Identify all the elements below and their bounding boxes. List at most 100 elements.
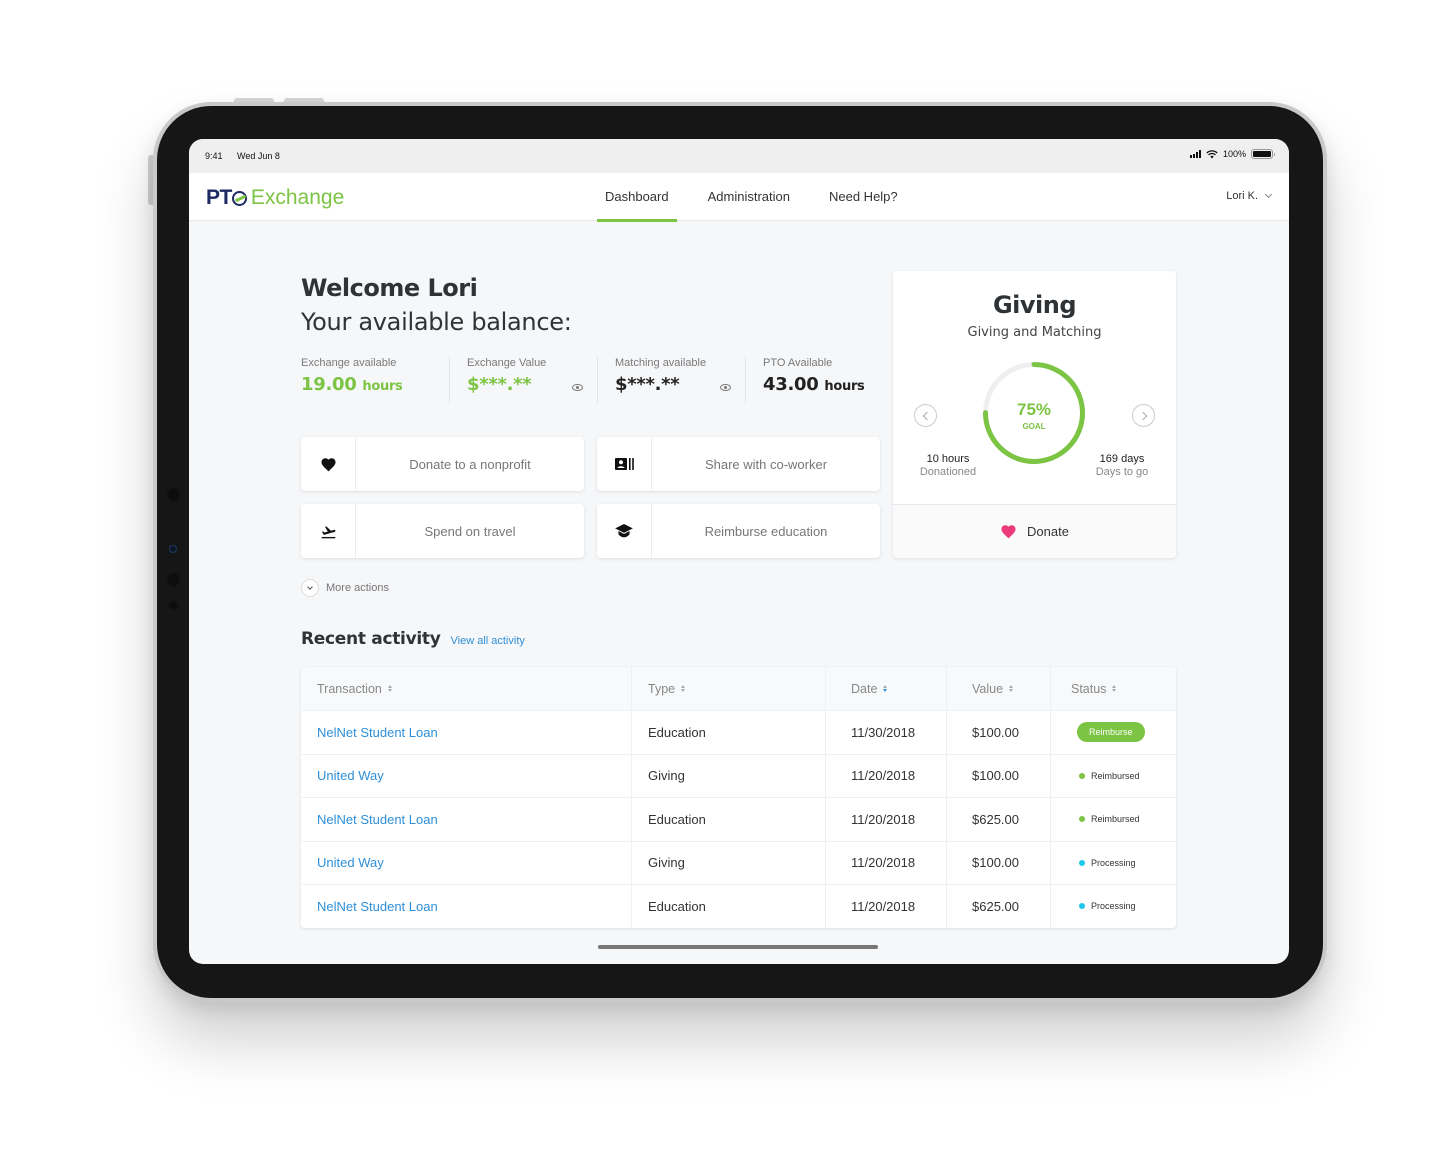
table-row: NelNet Student Loan Education 11/20/2018… — [301, 797, 1176, 841]
chevron-right-icon[interactable] — [1132, 404, 1155, 427]
date-cell: 11/20/2018 — [825, 798, 946, 841]
sensor-icon — [166, 487, 181, 502]
transaction-link[interactable]: NelNet Student Loan — [317, 725, 438, 740]
transaction-link[interactable]: NelNet Student Loan — [317, 812, 438, 827]
flight-takeoff-icon — [321, 525, 335, 538]
sort-icon — [681, 685, 686, 692]
reimburse-button[interactable]: Reimburse — [1077, 722, 1145, 743]
tab-need-help[interactable]: Need Help? — [821, 173, 906, 221]
home-indicator[interactable] — [598, 945, 878, 949]
column-header-type[interactable]: Type — [631, 667, 825, 710]
more-actions-toggle[interactable]: More actions — [301, 579, 389, 597]
spend-travel-button[interactable]: Spend on travel — [301, 504, 584, 558]
donate-button[interactable]: Donate — [893, 504, 1176, 558]
type-cell: Giving — [631, 841, 825, 884]
view-all-activity-link[interactable]: View all activity — [451, 635, 525, 647]
status-date: Wed Jun 8 — [237, 151, 280, 161]
status-text: Processing — [1091, 901, 1136, 912]
tab-administration[interactable]: Administration — [700, 173, 798, 221]
donate-label: Donate — [1027, 524, 1069, 539]
table-row: NelNet Student Loan Education 11/20/2018… — [301, 884, 1176, 928]
column-header-value[interactable]: Value — [946, 667, 1050, 710]
status-cell: Reimburse — [1050, 711, 1176, 754]
transaction-cell: NelNet Student Loan — [301, 711, 631, 754]
cellular-signal-icon — [1189, 150, 1201, 158]
type-cell: Education — [631, 885, 825, 928]
transaction-link[interactable]: United Way — [317, 855, 384, 870]
column-header-transaction[interactable]: Transaction — [301, 667, 631, 710]
status-badge: Reimbursed — [1079, 771, 1140, 781]
status-indicators: 100% — [1189, 149, 1275, 159]
reimburse-education-button[interactable]: Reimburse education — [597, 504, 880, 558]
heart-icon — [320, 457, 336, 471]
goal-percent: 75% — [1016, 400, 1052, 419]
balance-label: Exchange Value — [467, 357, 547, 369]
main-nav: Dashboard Administration Need Help? — [597, 173, 929, 222]
balance-value: 43.00 hours — [763, 374, 893, 395]
donate-nonprofit-button[interactable]: Donate to a nonprofit — [301, 437, 584, 491]
chevron-left-icon[interactable] — [914, 404, 937, 427]
brand-logo-exchange: Exchange — [250, 186, 345, 209]
status-badge: Reimbursed — [1079, 814, 1140, 824]
status-dot-icon — [1079, 903, 1085, 910]
balance-pto-available: PTO Available 43.00 hours — [745, 357, 893, 403]
sensor-icon — [166, 572, 181, 587]
status-dot-icon — [1079, 859, 1085, 866]
transaction-link[interactable]: United Way — [317, 768, 384, 783]
stat-label: Days to go — [1095, 466, 1149, 478]
balance-unit: hours — [824, 379, 865, 394]
column-header-date[interactable]: Date — [825, 667, 946, 710]
battery-percent: 100% — [1222, 149, 1246, 159]
stat-label: Donationed — [919, 466, 977, 478]
app-header: PT Exchange Dashboard Administration Nee… — [189, 173, 1289, 222]
status-text: Reimbursed — [1091, 814, 1140, 825]
stat-value: 10 hours — [926, 453, 970, 465]
days-to-go-stat: 169 days Days to go — [1087, 453, 1157, 478]
giving-subtitle: Giving and Matching — [967, 325, 1102, 340]
camera-icon — [169, 545, 177, 553]
transaction-cell: United Way — [301, 842, 631, 885]
balance-label: PTO Available — [763, 357, 833, 369]
brand-logo-o-icon — [231, 190, 247, 206]
recent-activity-header: Recent activity View all activity — [301, 629, 525, 649]
status-dot-icon — [1079, 772, 1085, 779]
table-row: United Way Giving 11/20/2018 $100.00 Pro… — [301, 840, 1176, 885]
user-menu[interactable]: Lori K. — [1226, 190, 1273, 202]
table-row: NelNet Student Loan Education 11/30/2018… — [301, 710, 1176, 754]
status-badge: Processing — [1079, 858, 1136, 868]
more-actions-label: More actions — [326, 582, 389, 594]
action-label: Share with co-worker — [704, 456, 828, 472]
action-icon-cell — [597, 504, 652, 558]
giving-title: Giving — [992, 291, 1077, 319]
action-grid: Donate to a nonprofit Share with co-work… — [301, 437, 880, 558]
balance-exchange-value: Exchange Value $***.** — [449, 357, 597, 403]
wifi-icon — [1206, 149, 1218, 158]
recent-activity-table: Transaction Type Date Value Status NelNe… — [301, 667, 1176, 928]
app-screen: 9:41 Wed Jun 8 100% PT Exchange Dashboar… — [189, 139, 1289, 964]
balance-exchange-available: Exchange available 19.00 hours — [301, 357, 449, 403]
column-label: Value — [972, 681, 1004, 696]
eye-icon[interactable] — [720, 384, 731, 391]
graduation-cap-icon — [615, 524, 633, 538]
status-text: Reimbursed — [1091, 770, 1140, 781]
column-header-status[interactable]: Status — [1050, 667, 1176, 710]
balance-label: Matching available — [615, 357, 707, 369]
status-cell: Processing — [1050, 885, 1176, 928]
transaction-link[interactable]: NelNet Student Loan — [317, 899, 438, 914]
tab-dashboard[interactable]: Dashboard — [597, 173, 677, 222]
welcome-section: Welcome Lori Your available balance: — [301, 274, 572, 336]
brand-logo[interactable]: PT Exchange — [206, 186, 344, 210]
eye-icon[interactable] — [572, 384, 583, 391]
action-icon-cell — [301, 504, 356, 558]
battery-icon — [1251, 149, 1275, 159]
column-label: Type — [648, 681, 676, 696]
status-dot-icon — [1079, 816, 1085, 823]
sensor-icon — [171, 521, 175, 525]
share-coworker-button[interactable]: Share with co-worker — [597, 437, 880, 491]
chevron-down-icon — [307, 583, 313, 590]
column-label: Status — [1071, 681, 1107, 696]
action-label: Donate to a nonprofit — [409, 456, 531, 472]
stat-value: 169 days — [1099, 453, 1145, 465]
column-label: Date — [851, 681, 878, 696]
giving-card: Giving Giving and Matching 75% GOAL 10 h… — [893, 271, 1176, 558]
